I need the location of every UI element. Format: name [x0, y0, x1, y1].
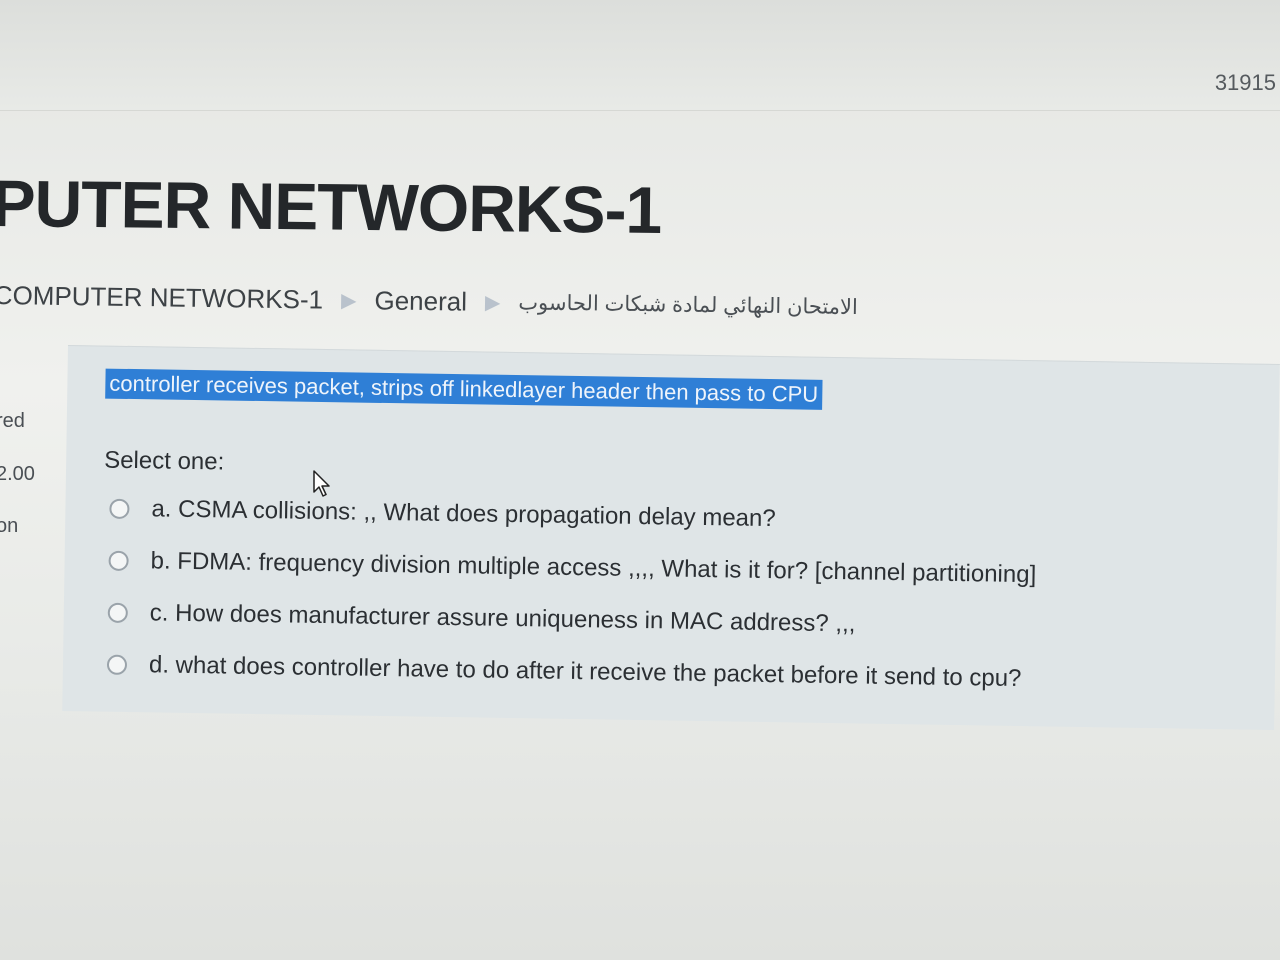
option-d[interactable]: d. what does controller have to do after… [106, 651, 1022, 693]
breadcrumb: COMPUTER NETWORKS-1 ▶ General ▶ الامتحان… [0, 280, 858, 323]
breadcrumb-section-link[interactable]: General [374, 285, 467, 317]
mouse-pointer-icon [313, 470, 330, 497]
radio-button-a[interactable] [109, 498, 130, 519]
breadcrumb-exam-link[interactable]: الامتحان النهائي لمادة شبكات الحاسوب [518, 290, 858, 320]
flag-question-link[interactable]: on [0, 515, 18, 538]
option-a[interactable]: a. CSMA collisions: ,, What does propaga… [109, 495, 776, 533]
radio-button-c[interactable] [107, 602, 128, 623]
question-text: controller receives packet, strips off l… [105, 368, 823, 410]
course-title: PUTER NETWORKS-1 [0, 165, 662, 248]
option-d-label[interactable]: d. what does controller have to do after… [149, 651, 1022, 693]
exam-page: 31915 PUTER NETWORKS-1 COMPUTER NETWORKS… [0, 0, 1280, 960]
option-b[interactable]: b. FDMA: frequency division multiple acc… [108, 547, 1036, 590]
question-status: red [0, 410, 25, 432]
top-bar [0, 0, 1280, 111]
radio-button-d[interactable] [106, 654, 128, 675]
option-c-label[interactable]: c. How does manufacturer assure uniquene… [150, 599, 856, 638]
page-counter: 31915 [1214, 70, 1276, 95]
triangle-right-icon: ▶ [340, 289, 357, 313]
triangle-right-icon: ▶ [484, 291, 501, 315]
option-c[interactable]: c. How does manufacturer assure uniquene… [107, 599, 856, 639]
question-panel: controller receives packet, strips off l… [62, 345, 1280, 730]
radio-button-b[interactable] [108, 550, 129, 571]
option-b-label[interactable]: b. FDMA: frequency division multiple acc… [150, 547, 1036, 589]
select-one-label: Select one: [103, 446, 225, 476]
breadcrumb-course-link[interactable]: COMPUTER NETWORKS-1 [0, 280, 323, 316]
question-mark: 2.00 [0, 463, 35, 485]
option-a-label[interactable]: a. CSMA collisions: ,, What does propaga… [151, 495, 776, 533]
